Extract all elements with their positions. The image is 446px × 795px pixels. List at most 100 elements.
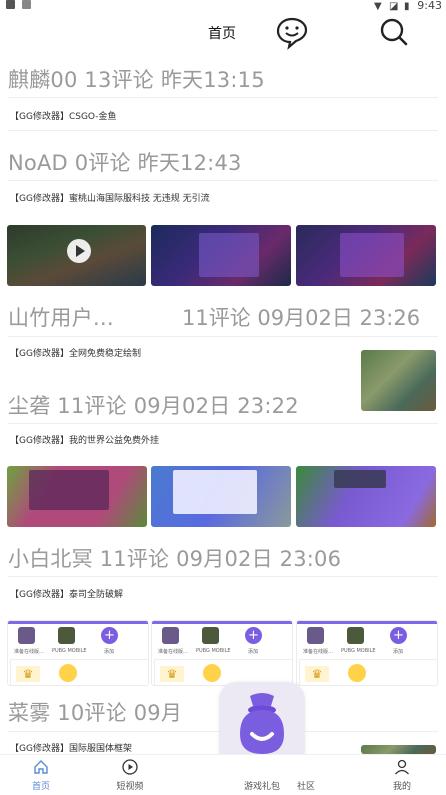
play-icon[interactable] xyxy=(67,239,91,263)
nav-gift[interactable]: 游戏礼包 xyxy=(232,755,292,795)
accent-bar xyxy=(8,621,148,624)
divider xyxy=(8,336,438,337)
post-tag: 【GG修改器】国际服国体框架 xyxy=(10,744,132,754)
chat-bubble-icon[interactable] xyxy=(275,16,309,50)
nav-community-label: 社区 xyxy=(296,782,315,792)
thumb-card: ♛ xyxy=(299,659,437,685)
thumb-caption: 添加 xyxy=(248,649,259,655)
nav-short-video-label: 短视频 xyxy=(116,782,144,792)
divider xyxy=(8,576,438,577)
crown-icon: ♛ xyxy=(16,666,40,682)
divider xyxy=(8,180,438,181)
screenshot-panel xyxy=(173,470,257,514)
crown-icon: ♛ xyxy=(160,666,184,682)
post-thumbnail[interactable] xyxy=(296,225,436,286)
bottom-nav: 首页 短视频 游戏礼包 社区 我的 xyxy=(0,754,446,795)
post-author: 麒麟00 xyxy=(8,68,78,92)
pubg-icon xyxy=(347,627,364,644)
divider xyxy=(8,97,438,98)
nav-mine-label: 我的 xyxy=(392,782,411,792)
post-time: 昨天12:43 xyxy=(137,151,242,175)
post-thumbnail[interactable]: + 准备在线版… PUBG MOBILE 添加 ♛ xyxy=(296,620,438,686)
thumb-caption: PUBG MOBILE xyxy=(52,648,87,654)
battery-icon: ▮ xyxy=(404,1,410,12)
divider xyxy=(8,130,438,131)
screenshot-panel xyxy=(199,233,259,277)
post-time: 09月02日 23:26 xyxy=(257,306,421,330)
post-comments: 13评论 xyxy=(84,68,154,92)
thumb-card: ♛ xyxy=(10,659,148,685)
clock: 9:43 xyxy=(417,0,442,12)
nav-home-label: 首页 xyxy=(31,782,50,792)
add-icon: + xyxy=(245,627,262,644)
post-meta: NoAD 0评论 昨天12:43 xyxy=(8,147,242,177)
app-icon xyxy=(18,627,35,644)
accent-bar xyxy=(297,621,437,624)
wifi-icon: ▼ xyxy=(374,1,382,12)
thumb-caption: 准备在线版… xyxy=(303,649,334,655)
divider xyxy=(8,423,438,424)
user-icon xyxy=(395,759,409,775)
post-author: 尘砻 xyxy=(8,394,51,418)
nav-home[interactable]: 首页 xyxy=(11,755,71,795)
thumb-caption: 准备在线版… xyxy=(14,649,45,655)
app-icon xyxy=(307,627,324,644)
post-time: 09月 xyxy=(133,701,183,725)
post-thumbnail[interactable] xyxy=(361,745,436,754)
screenshot-panel xyxy=(29,470,109,510)
post-thumbnail[interactable] xyxy=(151,466,291,527)
post-thumbnail[interactable] xyxy=(296,466,436,527)
post-meta: 小白北冥 11评论 09月02日 23:06 xyxy=(8,543,341,573)
top-bar: 首页 xyxy=(0,14,446,54)
post-thumbnail[interactable] xyxy=(7,466,147,527)
add-icon: + xyxy=(101,627,118,644)
post-thumbnail[interactable] xyxy=(361,350,436,411)
post-thumbnail[interactable]: + 准备在线版… PUBG MOBILE 添加 ♛ xyxy=(7,620,149,686)
pubg-icon xyxy=(58,627,75,644)
thumb-caption: PUBG MOBILE xyxy=(341,648,376,654)
nav-short-video[interactable]: 短视频 xyxy=(100,755,160,795)
app-notification-icon xyxy=(22,0,31,9)
coin-icon xyxy=(348,664,366,682)
nav-community[interactable]: 社区 xyxy=(286,755,326,795)
crown-icon: ♛ xyxy=(305,666,329,682)
post-thumbnail-video[interactable] xyxy=(7,225,146,286)
search-icon[interactable] xyxy=(378,16,410,48)
post-time: 09月02日 23:22 xyxy=(133,394,299,418)
post-author: 菜雾 xyxy=(8,701,51,725)
post-comments: 0评论 xyxy=(74,151,131,175)
post-time: 09月02日 23:06 xyxy=(176,547,342,571)
screenshot-panel xyxy=(340,233,404,277)
post-comments: 11评论 xyxy=(57,394,127,418)
post-meta: 尘砻 11评论 09月02日 23:22 xyxy=(8,390,299,420)
thumb-caption: 添加 xyxy=(104,649,115,655)
page-title: 首页 xyxy=(208,26,236,42)
post-comments: 11评论 xyxy=(182,306,251,330)
thumb-caption: 添加 xyxy=(393,649,404,655)
home-icon xyxy=(34,760,48,774)
post-author: NoAD xyxy=(8,151,68,175)
nav-gift-label: 游戏礼包 xyxy=(243,782,280,792)
thumb-caption: 准备在线版… xyxy=(158,649,189,655)
post-tag: 【GG修改器】我的世界公益免费外挂 xyxy=(10,436,159,446)
post-time: 昨天13:15 xyxy=(160,68,265,92)
post-tag: 【GG修改器】泰司全防破解 xyxy=(10,590,123,600)
nav-mine[interactable]: 我的 xyxy=(372,755,432,795)
post-author: 山竹用户… xyxy=(8,306,114,330)
post-comments: 10评论 xyxy=(57,701,127,725)
pubg-icon xyxy=(202,627,219,644)
accent-bar xyxy=(152,621,292,624)
add-icon: + xyxy=(390,627,407,644)
post-tag: 【GG修改器】全网免费稳定绘制 xyxy=(10,349,141,359)
post-thumbnail[interactable]: + 准备在线版… PUBG MOBILE 添加 ♛ xyxy=(151,620,293,686)
screenshot-panel xyxy=(334,470,386,488)
post-thumbnail[interactable] xyxy=(151,225,291,286)
post-comments: 11评论 xyxy=(99,547,170,571)
coin-icon xyxy=(203,664,221,682)
notification-icon xyxy=(6,0,15,9)
cellular-icon: ◪ xyxy=(389,1,399,12)
post-tag: 【GG修改器】CSGO-金鱼 xyxy=(10,112,117,122)
status-bar: ▼ ◪ ▮ 9:43 xyxy=(0,0,446,14)
app-icon xyxy=(162,627,179,644)
post-meta: 菜雾 10评论 09月 xyxy=(8,697,182,727)
